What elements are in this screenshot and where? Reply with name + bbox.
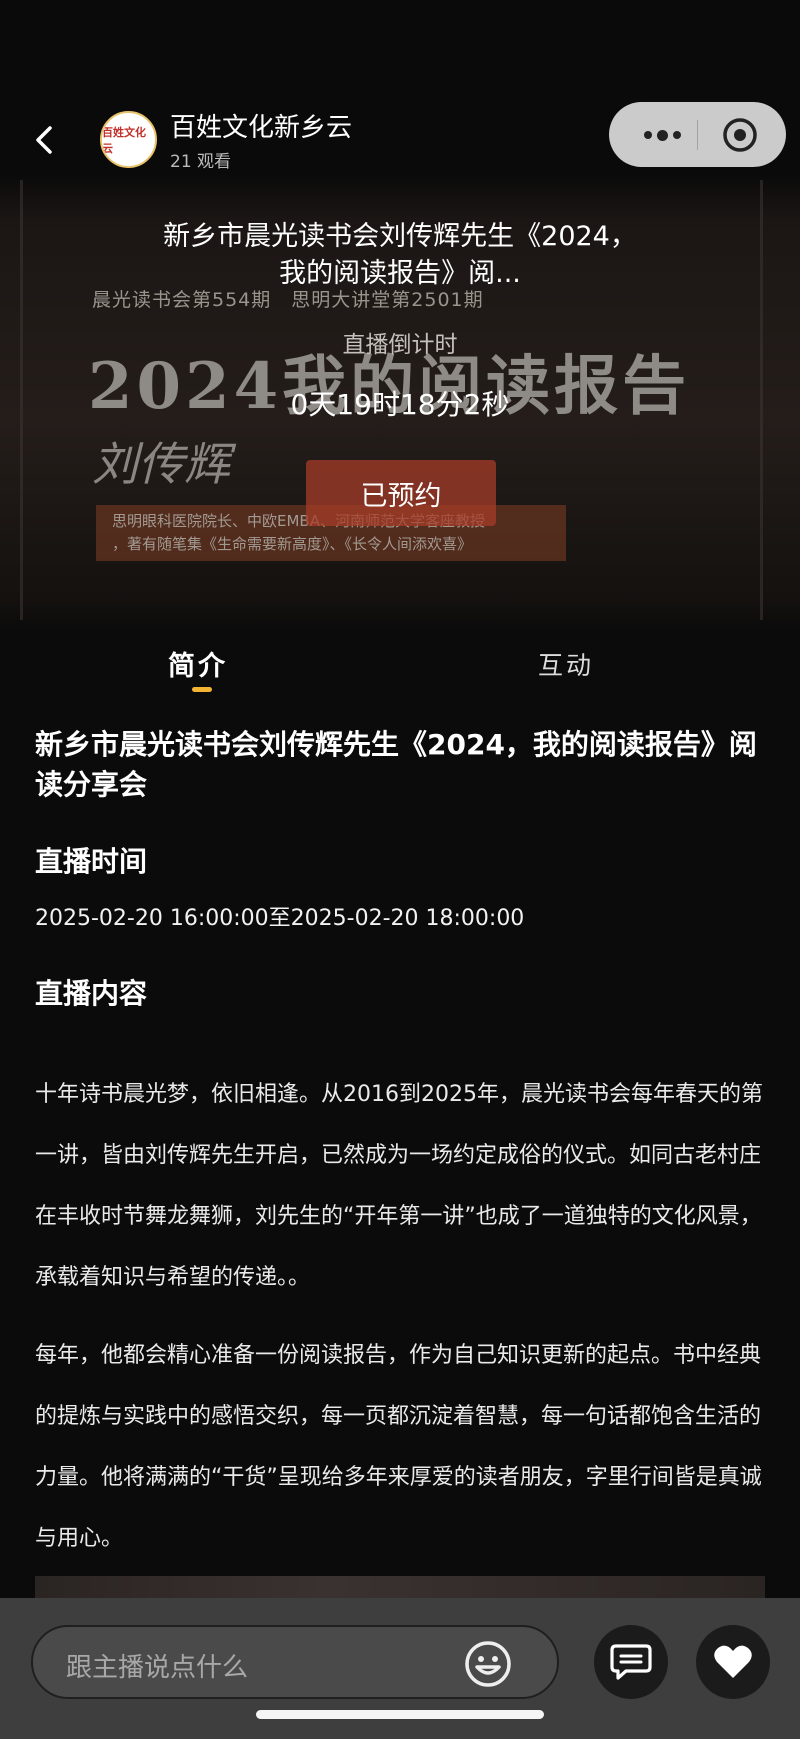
live-time-value: 2025-02-20 16:00:00至2025-02-20 18:00:00 xyxy=(35,906,525,931)
content-paragraph-2: 每年，他都会精心准备一份阅读报告，作为自己知识更新的起点。书中经典的提炼与实践中… xyxy=(35,1343,762,1551)
more-icon[interactable] xyxy=(637,120,687,150)
back-arrow-icon[interactable] xyxy=(30,125,60,155)
reserve-button[interactable]: 已预约 xyxy=(306,460,496,526)
countdown-timer: 0天19时18分2秒 xyxy=(290,388,510,421)
chat-button[interactable] xyxy=(594,1625,668,1699)
live-title: 新乡市晨光读书会刘传辉先生《2024，我的阅读报告》阅... xyxy=(163,221,637,289)
poster-speaker: 刘传辉 xyxy=(92,437,230,491)
like-button[interactable] xyxy=(696,1625,770,1699)
channel-avatar[interactable]: 百姓文化云 xyxy=(100,111,157,168)
tab-active-indicator xyxy=(192,687,212,692)
capsule-divider xyxy=(697,120,698,150)
channel-name[interactable]: 百姓文化新乡云 xyxy=(170,107,352,144)
emoji-icon[interactable] xyxy=(463,1639,513,1689)
tab-interact[interactable]: 互动 xyxy=(538,646,594,682)
live-time-heading: 直播时间 xyxy=(35,845,148,878)
avatar-logo-text: 百姓文化云 xyxy=(102,125,146,155)
home-indicator xyxy=(256,1710,544,1719)
viewer-count: 21 观看 xyxy=(170,152,232,172)
countdown-label: 直播倒计时 xyxy=(342,332,458,358)
mini-program-capsule xyxy=(609,102,786,167)
content-paragraph-1: 十年诗书晨光梦，依旧相逢。从2016到2025年，晨光读书会每年春天的第一讲，皆… xyxy=(35,1082,763,1290)
chat-bubble-icon xyxy=(610,1644,652,1680)
live-content-heading: 直播内容 xyxy=(35,977,148,1010)
comment-input[interactable]: 跟主播说点什么 xyxy=(31,1625,559,1699)
comment-placeholder: 跟主播说点什么 xyxy=(66,1653,249,1683)
tab-intro[interactable]: 简介 xyxy=(168,644,228,683)
tab-bar: 简介 互动 xyxy=(0,630,800,694)
poster-subtitle-2: ，著有随笔集《生命需要新高度》、《长令人间添欢喜》 xyxy=(112,535,473,553)
heart-icon xyxy=(714,1645,752,1678)
close-target-icon[interactable] xyxy=(722,117,758,153)
event-title: 新乡市晨光读书会刘传辉先生《2024，我的阅读报告》阅读分享会 xyxy=(35,728,757,801)
top-bar: 百姓文化云 百姓文化新乡云 21 观看 xyxy=(0,95,800,185)
